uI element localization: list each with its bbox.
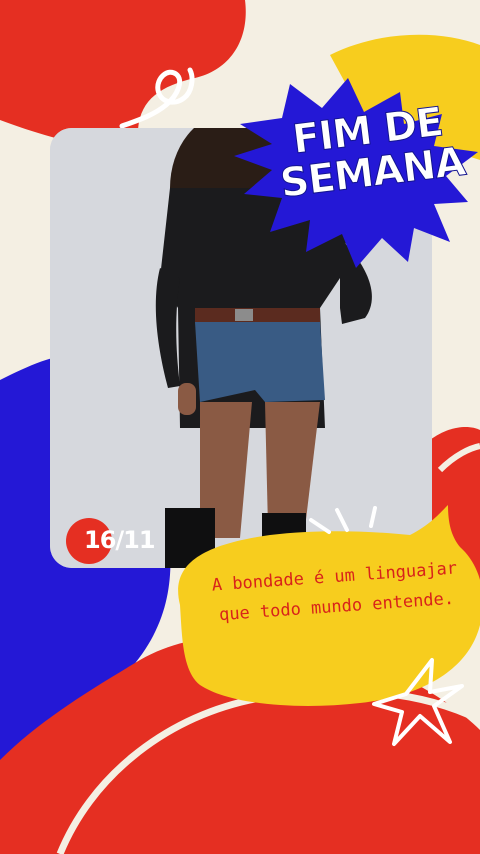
sparkle-lines-icon — [309, 506, 377, 534]
squiggle-icon — [119, 67, 195, 129]
date-label: 16/11 — [84, 526, 156, 554]
star-icon — [372, 658, 464, 746]
